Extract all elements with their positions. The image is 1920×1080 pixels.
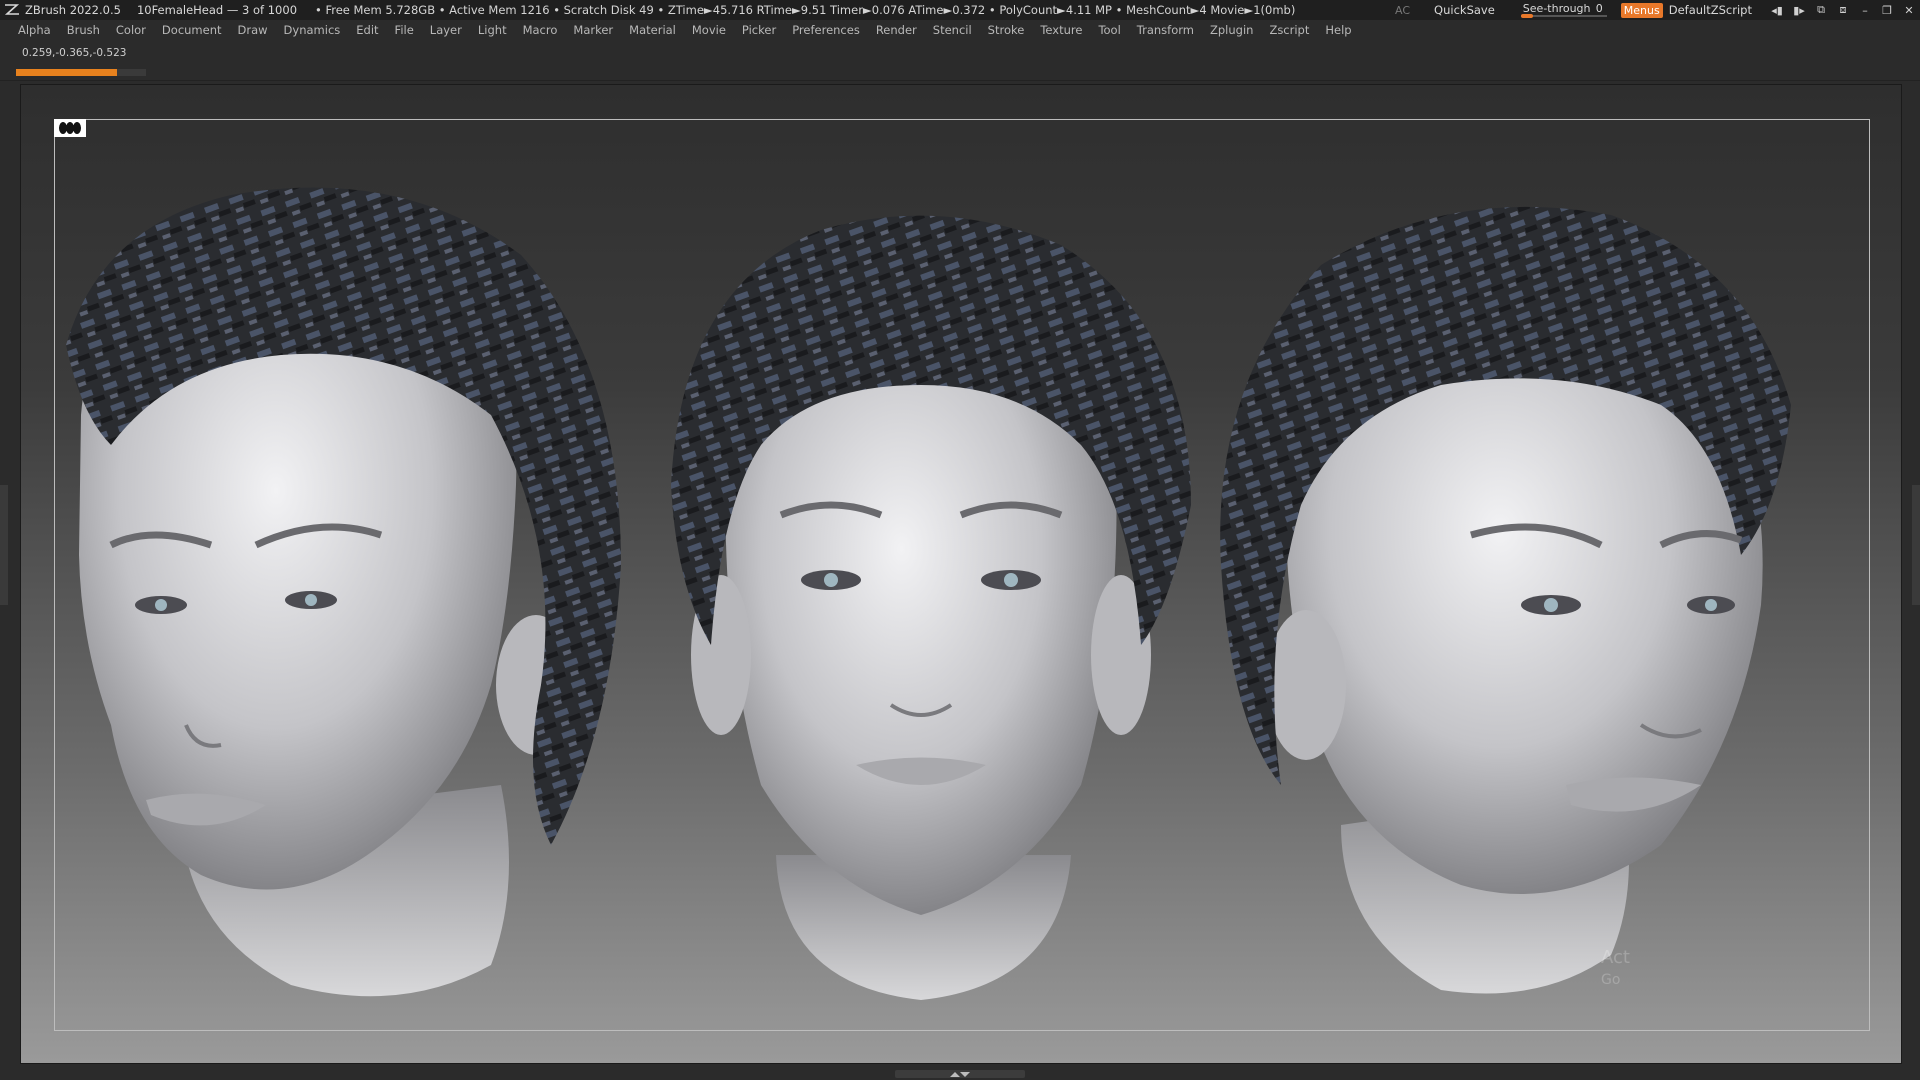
menu-zscript[interactable]: Zscript [1261, 23, 1317, 41]
title-bar-controls: AC QuickSave See-through 0 Menus Default… [1395, 0, 1920, 20]
ui-layout-icon[interactable]: ⧈ [1832, 0, 1854, 20]
menu-help[interactable]: Help [1317, 23, 1359, 41]
menu-zplugin[interactable]: Zplugin [1202, 23, 1261, 41]
see-through-slider[interactable]: See-through 0 [1517, 0, 1613, 20]
menu-layer[interactable]: Layer [422, 23, 470, 41]
quicksave-button[interactable]: QuickSave [1434, 3, 1495, 17]
menu-draw[interactable]: Draw [230, 23, 276, 41]
menu-texture[interactable]: Texture [1032, 23, 1090, 41]
layout-next-icon[interactable]: ▮▸ [1788, 0, 1810, 20]
close-icon[interactable]: ✕ [1898, 0, 1920, 20]
status-stats: • Free Mem 5.728GB • Active Mem 1216 • S… [315, 3, 1296, 17]
menu-marker[interactable]: Marker [565, 23, 621, 41]
expand-arrows-icon [950, 1071, 970, 1077]
left-tray-handle[interactable] [0, 485, 8, 605]
activation-watermark: Act Go [1601, 947, 1630, 991]
menu-light[interactable]: Light [470, 23, 515, 41]
app-name: ZBrush 2022.0.5 [25, 3, 121, 17]
menu-movie[interactable]: Movie [684, 23, 734, 41]
ac-indicator[interactable]: AC [1395, 4, 1410, 17]
see-through-value: 0 [1595, 2, 1603, 15]
see-through-track[interactable] [1520, 15, 1607, 17]
progress-fill [16, 69, 118, 76]
bottom-tray-handle[interactable] [895, 1070, 1025, 1078]
head-front-view [671, 215, 1191, 1000]
menu-alpha[interactable]: Alpha [10, 23, 59, 41]
menu-picker[interactable]: Picker [734, 23, 784, 41]
menu-color[interactable]: Color [108, 23, 154, 41]
head-left-view [66, 187, 621, 997]
minimize-icon[interactable]: – [1854, 0, 1876, 20]
menu-brush[interactable]: Brush [59, 23, 108, 41]
menu-transform[interactable]: Transform [1129, 23, 1202, 41]
head-right-view [1220, 206, 1791, 994]
menus-button[interactable]: Menus [1620, 2, 1663, 18]
restore-icon[interactable]: ❐ [1876, 0, 1898, 20]
menu-material[interactable]: Material [621, 23, 684, 41]
see-through-label: See-through [1522, 2, 1591, 15]
divider [0, 80, 1920, 81]
ui-swap-icon[interactable]: ⧉ [1810, 0, 1832, 20]
menu-document[interactable]: Document [154, 23, 230, 41]
menu-stencil[interactable]: Stencil [925, 23, 980, 41]
menu-edit[interactable]: Edit [348, 23, 386, 41]
cursor-coordinates: 0.259,-0.365,-0.523 [22, 47, 127, 59]
watermark-line-2: Go [1601, 972, 1621, 988]
progress-bar [16, 69, 146, 76]
menu-file[interactable]: File [387, 23, 422, 41]
menu-render[interactable]: Render [868, 23, 925, 41]
right-tray-handle[interactable] [1912, 485, 1920, 605]
watermark-line-1: Act [1601, 947, 1630, 968]
see-through-knob[interactable] [1520, 14, 1533, 18]
zbrush-logo-icon [4, 4, 20, 15]
document-canvas[interactable]: Act Go [20, 84, 1902, 1064]
layout-prev-icon[interactable]: ◂▮ [1766, 0, 1788, 20]
menu-preferences[interactable]: Preferences [784, 23, 868, 41]
project-name: 10FemaleHead — 3 of 1000 [136, 3, 298, 17]
menu-stroke[interactable]: Stroke [980, 23, 1033, 41]
menu-dynamics[interactable]: Dynamics [276, 23, 349, 41]
menu-macro[interactable]: Macro [515, 23, 566, 41]
title-bar: ZBrush 2022.0.5 10FemaleHead — 3 of 1000… [0, 0, 1920, 20]
head-models [66, 187, 1791, 1000]
menu-bar: Alpha Brush Color Document Draw Dynamics Edit F… [10, 23, 1360, 41]
menu-tool[interactable]: Tool [1090, 23, 1128, 41]
default-zscript-button[interactable]: DefaultZScript [1669, 3, 1752, 17]
